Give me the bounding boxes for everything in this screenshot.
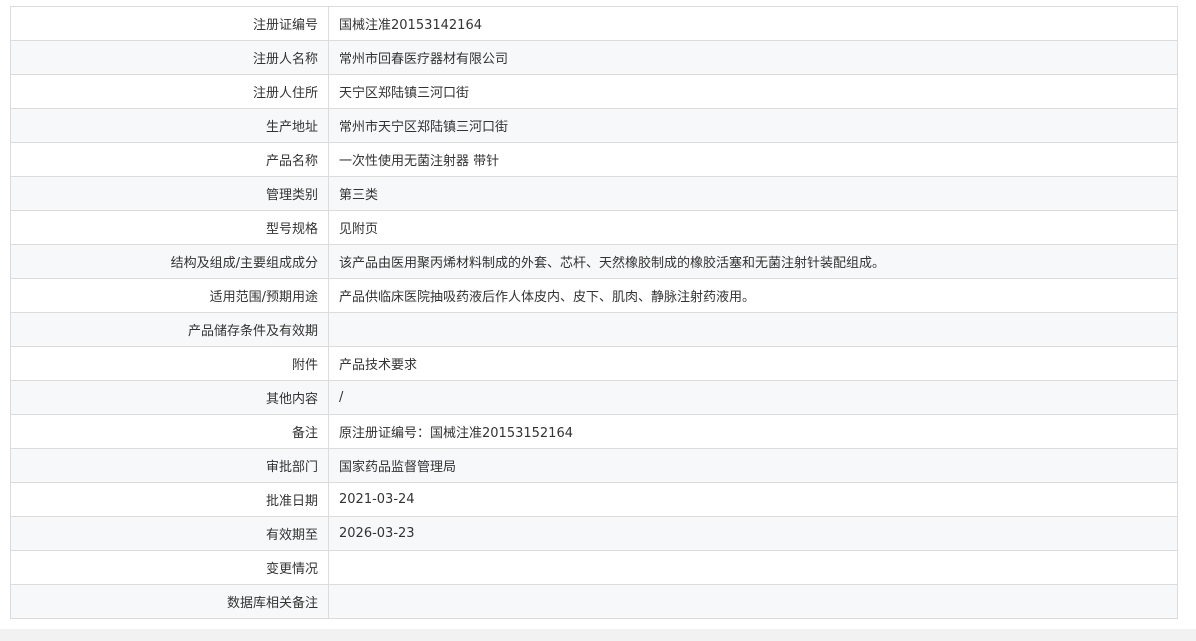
table-row-registration-number: 注册证编号 国械注准20153142164	[10, 6, 1178, 41]
row-value: 第三类	[328, 176, 1178, 211]
table-row-product-name: 产品名称 一次性使用无菌注射器 带针	[10, 142, 1178, 177]
row-value: 原注册证编号：国械注准20153152164	[328, 414, 1178, 449]
page-bottom-band	[0, 629, 1196, 641]
table-row-model-spec: 型号规格 见附页	[10, 210, 1178, 245]
row-value: 常州市天宁区郑陆镇三河口街	[328, 108, 1178, 143]
row-label: 附件	[10, 346, 329, 381]
table-row-production-address: 生产地址 常州市天宁区郑陆镇三河口街	[10, 108, 1178, 143]
row-label: 批准日期	[10, 482, 329, 517]
row-label: 其他内容	[10, 380, 329, 415]
row-label: 型号规格	[10, 210, 329, 245]
row-value: 国家药品监督管理局	[328, 448, 1178, 483]
table-row-registrant-name: 注册人名称 常州市回春医疗器材有限公司	[10, 40, 1178, 75]
row-label: 有效期至	[10, 516, 329, 551]
row-value: 2021-03-24	[328, 482, 1178, 517]
row-label: 适用范围/预期用途	[10, 278, 329, 313]
table-row-storage-validity: 产品储存条件及有效期	[10, 312, 1178, 347]
table-row-management-category: 管理类别 第三类	[10, 176, 1178, 211]
row-label: 产品名称	[10, 142, 329, 177]
table-row-valid-until: 有效期至 2026-03-23	[10, 516, 1178, 551]
row-value	[328, 584, 1178, 619]
row-value: 天宁区郑陆镇三河口街	[328, 74, 1178, 109]
table-row-approval-department: 审批部门 国家药品监督管理局	[10, 448, 1178, 483]
row-label: 数据库相关备注	[10, 584, 329, 619]
table-row-structure-composition: 结构及组成/主要组成成分 该产品由医用聚丙烯材料制成的外套、芯杆、天然橡胶制成的…	[10, 244, 1178, 279]
row-label: 备注	[10, 414, 329, 449]
row-label: 管理类别	[10, 176, 329, 211]
row-label: 产品储存条件及有效期	[10, 312, 329, 347]
row-value: /	[328, 380, 1178, 415]
row-value: 产品技术要求	[328, 346, 1178, 381]
table-row-database-notes: 数据库相关备注	[10, 584, 1178, 619]
row-value: 该产品由医用聚丙烯材料制成的外套、芯杆、天然橡胶制成的橡胶活塞和无菌注射针装配组…	[328, 244, 1178, 279]
table-row-registrant-address: 注册人住所 天宁区郑陆镇三河口街	[10, 74, 1178, 109]
table-row-other-content: 其他内容 /	[10, 380, 1178, 415]
row-label: 注册证编号	[10, 6, 329, 41]
row-value: 产品供临床医院抽吸药液后作人体皮内、皮下、肌肉、静脉注射药液用。	[328, 278, 1178, 313]
row-value	[328, 550, 1178, 585]
row-value: 国械注准20153142164	[328, 6, 1178, 41]
row-label: 注册人住所	[10, 74, 329, 109]
row-label: 生产地址	[10, 108, 329, 143]
table-row-intended-use: 适用范围/预期用途 产品供临床医院抽吸药液后作人体皮内、皮下、肌肉、静脉注射药液…	[10, 278, 1178, 313]
table-row-remarks: 备注 原注册证编号：国械注准20153152164	[10, 414, 1178, 449]
row-value: 常州市回春医疗器材有限公司	[328, 40, 1178, 75]
row-label: 注册人名称	[10, 40, 329, 75]
row-value: 一次性使用无菌注射器 带针	[328, 142, 1178, 177]
row-label: 变更情况	[10, 550, 329, 585]
table-row-approval-date: 批准日期 2021-03-24	[10, 482, 1178, 517]
row-label: 结构及组成/主要组成成分	[10, 244, 329, 279]
row-value: 2026-03-23	[328, 516, 1178, 551]
row-label: 审批部门	[10, 448, 329, 483]
registration-detail-table: 注册证编号 国械注准20153142164 注册人名称 常州市回春医疗器材有限公…	[10, 6, 1178, 619]
row-value: 见附页	[328, 210, 1178, 245]
table-row-attachment: 附件 产品技术要求	[10, 346, 1178, 381]
table-row-change-status: 变更情况	[10, 550, 1178, 585]
row-value	[328, 312, 1178, 347]
